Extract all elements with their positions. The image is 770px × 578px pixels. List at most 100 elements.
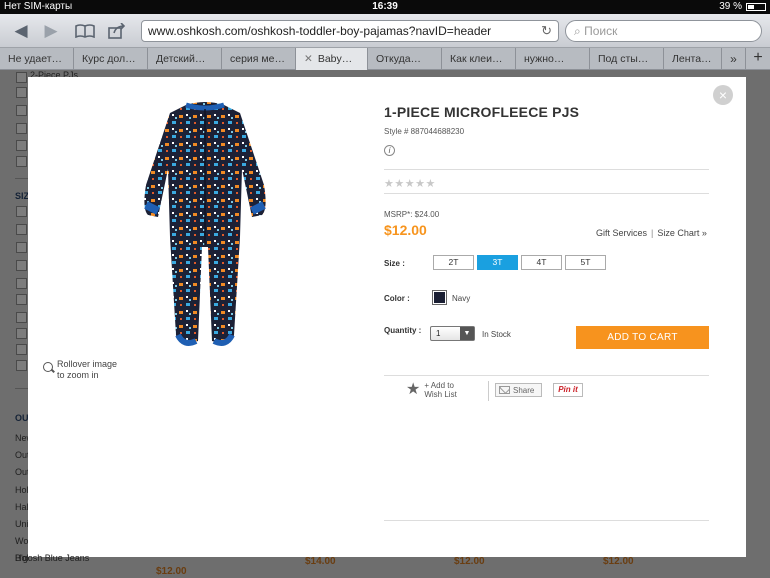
filter-checkbox[interactable] xyxy=(16,344,27,355)
filter-checkbox[interactable] xyxy=(16,224,27,235)
sidebar-link[interactable]: Hal xyxy=(15,502,29,512)
swatch-fill xyxy=(434,292,445,303)
pin-it-button[interactable]: Pin it xyxy=(553,383,583,397)
add-to-cart-button[interactable]: ADD TO CART xyxy=(576,326,709,349)
battery-percent: 39 % xyxy=(719,1,742,12)
browser-tab[interactable]: Не удает… xyxy=(0,48,74,70)
filter-checkbox[interactable] xyxy=(16,206,27,217)
quick-view-modal: × Rollover image to zoom in 1-PIECE MICR… xyxy=(28,77,746,557)
back-arrow-icon[interactable]: ◀ xyxy=(8,20,34,42)
battery-indicator: 39 % xyxy=(719,1,766,12)
status-bar: Нет SIM-карты 16:39 39 % xyxy=(0,0,770,14)
msrp-price: MSRP*: $24.00 xyxy=(384,210,440,219)
bookmarks-book-icon[interactable] xyxy=(72,20,98,42)
product-price: $12.00 xyxy=(156,566,187,577)
filter-checkbox[interactable] xyxy=(16,294,27,305)
filter-checkbox[interactable] xyxy=(16,140,27,151)
filter-checkbox[interactable] xyxy=(16,312,27,323)
size-heading: SIZ xyxy=(15,191,30,201)
filter-checkbox[interactable] xyxy=(16,123,27,134)
browser-tab[interactable]: Лента… xyxy=(664,48,722,70)
search-placeholder: Поиск xyxy=(584,24,618,38)
sidebar-link[interactable]: Uni xyxy=(15,519,29,529)
search-field[interactable]: ⌕ Поиск xyxy=(565,20,762,42)
clock: 16:39 xyxy=(372,1,398,12)
browser-toolbar: ◀ ▶ www.oshkosh.com/oshkosh-toddler-boy-… xyxy=(0,14,770,48)
filter-checkbox[interactable] xyxy=(16,72,27,83)
filter-checkbox[interactable] xyxy=(16,328,27,339)
product-image[interactable] xyxy=(136,99,274,349)
quantity-value: 1 xyxy=(436,329,441,338)
magnifier-icon xyxy=(43,362,53,372)
reload-icon[interactable]: ↻ xyxy=(541,23,552,39)
browser-tab[interactable]: Откуда… xyxy=(368,48,442,70)
product-title: 1-PIECE MICROFLEECE PJS xyxy=(384,104,580,120)
close-tab-icon[interactable]: ✕ xyxy=(304,53,313,65)
size-option-4t[interactable]: 4T xyxy=(521,255,562,270)
size-options: 2T 3T 4T 5T xyxy=(433,255,606,270)
filter-checkbox[interactable] xyxy=(16,105,27,116)
filter-checkbox[interactable] xyxy=(16,278,27,289)
size-label: Size : xyxy=(384,259,405,268)
gift-services-link[interactable]: Gift Services xyxy=(596,228,647,238)
divider xyxy=(384,193,709,194)
product-price: $12.00 xyxy=(454,556,485,567)
info-icon[interactable]: i xyxy=(384,145,395,156)
sidebar-link[interactable]: Wo xyxy=(15,536,28,546)
share-button[interactable]: Share xyxy=(495,383,542,397)
divider xyxy=(384,375,709,376)
share-action-icon[interactable] xyxy=(104,20,130,42)
color-swatch-navy[interactable] xyxy=(432,290,447,305)
quantity-label: Quantity : xyxy=(384,326,422,335)
size-option-3t[interactable]: 3T xyxy=(477,255,518,270)
size-chart-link[interactable]: Size Chart » xyxy=(657,228,707,238)
browser-tab[interactable]: Курс дол… xyxy=(74,48,148,70)
rating-stars[interactable]: ★★★★★ xyxy=(384,177,436,190)
zoom-hint: Rollover image to zoom in xyxy=(43,359,119,381)
tab-bar: Не удает… Курс дол… Детский… серия ме… ✕… xyxy=(0,48,770,70)
product-price: $14.00 xyxy=(305,556,336,567)
size-option-5t[interactable]: 5T xyxy=(565,255,606,270)
product-price: $12.00 xyxy=(603,556,634,567)
filter-checkbox[interactable] xyxy=(16,242,27,253)
filter-checkbox[interactable] xyxy=(16,156,27,167)
search-icon: ⌕ xyxy=(574,24,585,38)
filter-checkbox[interactable] xyxy=(16,360,27,371)
wishlist-text: + Add to Wish List xyxy=(424,381,457,399)
divider xyxy=(488,381,489,401)
sidebar-link[interactable]: Hol xyxy=(15,485,29,495)
color-label: Color : xyxy=(384,294,410,303)
style-number: Style # 887044688230 xyxy=(384,127,465,136)
sale-price: $12.00 xyxy=(384,222,427,238)
forward-arrow-icon[interactable]: ▶ xyxy=(38,20,64,42)
stock-status: In Stock xyxy=(482,330,511,339)
browser-tab-active[interactable]: ✕ Baby… xyxy=(296,48,368,70)
filter-checkbox[interactable] xyxy=(16,87,27,98)
divider xyxy=(384,169,709,170)
dropdown-arrow-icon: ▼ xyxy=(460,327,474,340)
url-bar[interactable]: www.oshkosh.com/oshkosh-toddler-boy-paja… xyxy=(141,20,559,42)
add-to-wishlist[interactable]: ★ + Add to Wish List xyxy=(406,381,457,399)
filter-checkbox[interactable] xyxy=(16,260,27,271)
mail-icon xyxy=(499,386,510,394)
color-name: Navy xyxy=(452,294,471,303)
product-links: Gift Services | Size Chart » xyxy=(596,228,707,238)
divider xyxy=(384,520,709,521)
url-text: www.oshkosh.com/oshkosh-toddler-boy-paja… xyxy=(148,24,492,38)
browser-tab[interactable]: нужно… xyxy=(516,48,590,70)
more-tabs-button[interactable]: » xyxy=(722,48,746,70)
browser-tab[interactable]: Детский… xyxy=(148,48,222,70)
browser-tab[interactable]: Под сты… xyxy=(590,48,664,70)
quantity-select[interactable]: 1 ▼ xyxy=(430,326,475,341)
link-separator: | xyxy=(651,228,654,238)
new-tab-button[interactable]: + xyxy=(746,48,770,70)
browser-tab[interactable]: серия ме… xyxy=(222,48,296,70)
star-icon: ★ xyxy=(406,381,421,398)
browser-tab[interactable]: Как клеи… xyxy=(442,48,516,70)
sidebar-link[interactable]: B'gosh Blue Jeans xyxy=(15,553,89,563)
battery-icon xyxy=(746,2,766,11)
out-heading: OU xyxy=(15,413,29,423)
close-icon[interactable]: × xyxy=(713,85,733,105)
share-label: Share xyxy=(513,385,535,395)
size-option-2t[interactable]: 2T xyxy=(433,255,474,270)
